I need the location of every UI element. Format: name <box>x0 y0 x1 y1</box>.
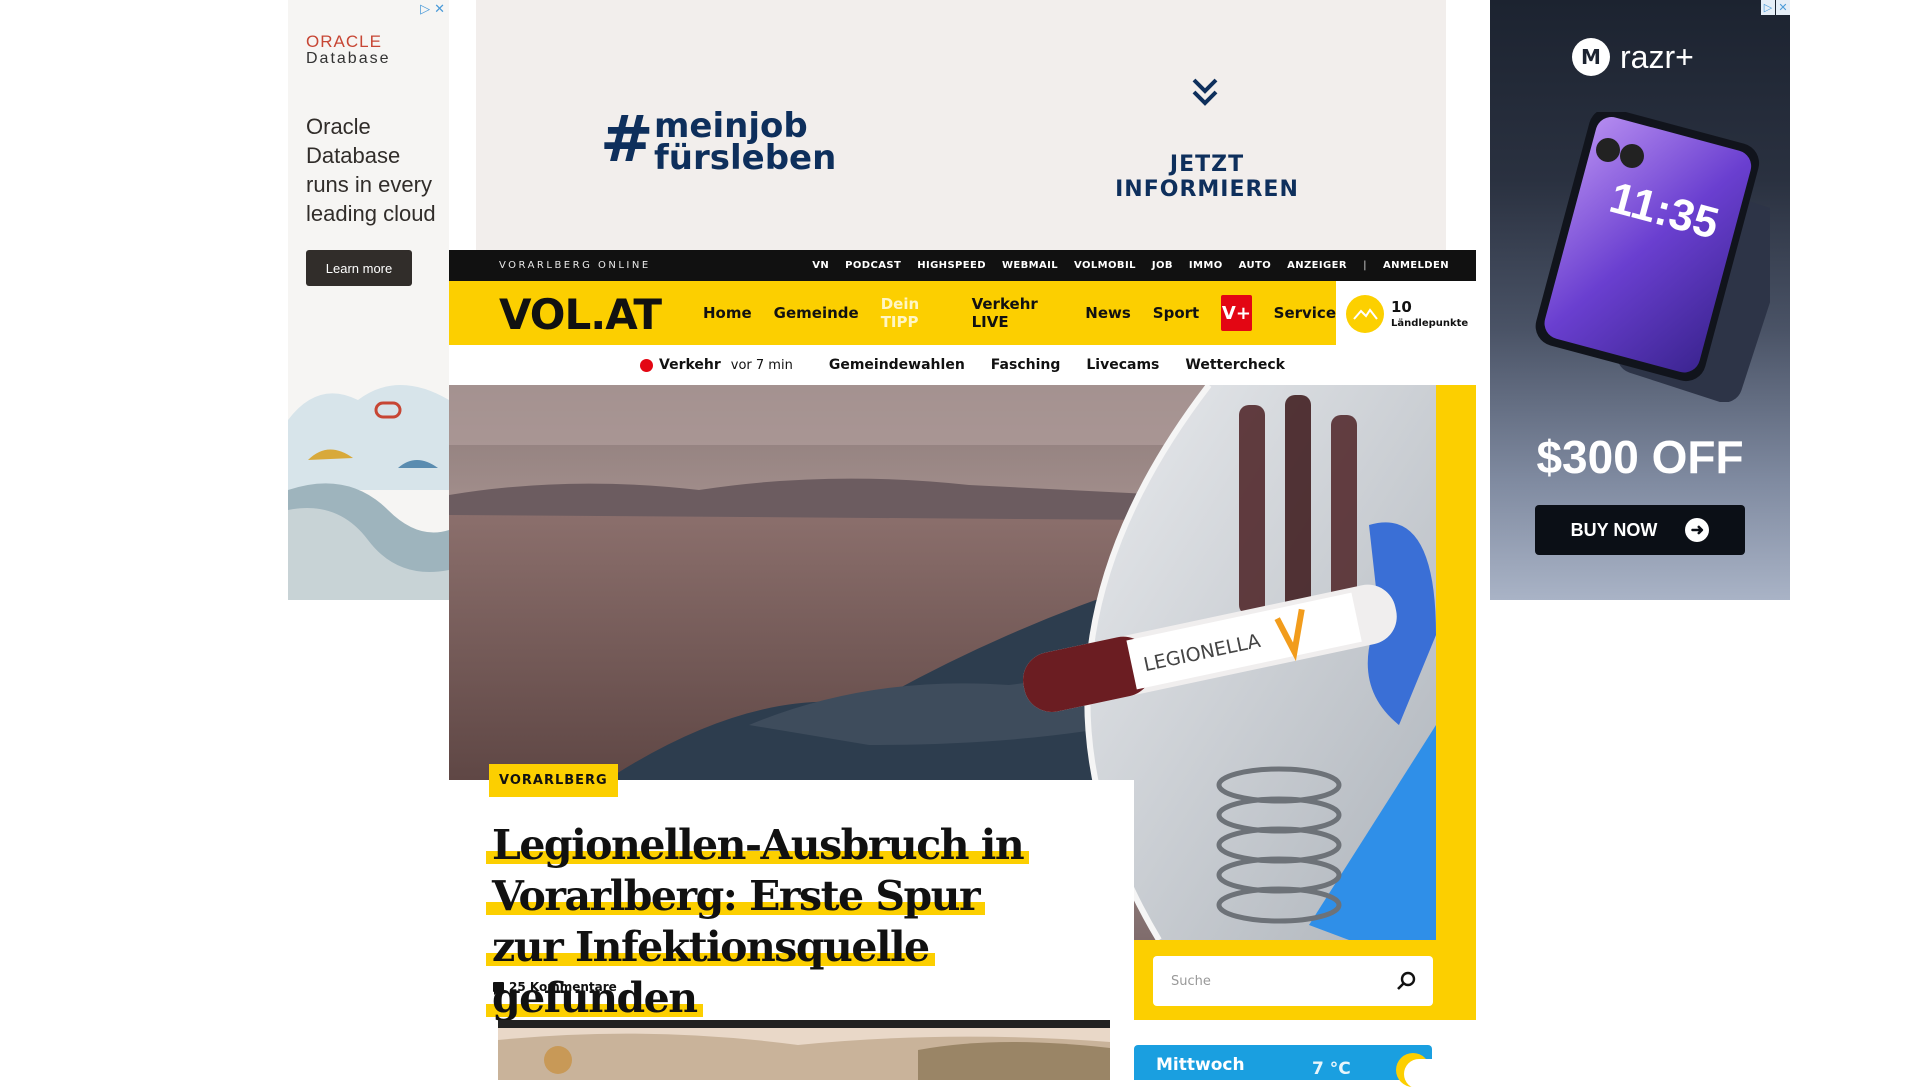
close-icon[interactable]: ✕ <box>434 2 445 17</box>
main-nav: VOL.AT Home Gemeinde Dein TIPP Verkehr L… <box>449 281 1336 345</box>
oracle-ad[interactable]: ▷ ✕ ORACLE Database Oracle Database runs… <box>288 0 449 600</box>
top-link-immo[interactable]: IMMO <box>1189 260 1223 271</box>
razr-brand: razr+ <box>1620 38 1694 75</box>
top-link-separator: | <box>1362 260 1368 271</box>
top-link-volmobil[interactable]: VOLMOBIL <box>1074 260 1136 271</box>
oracle-logo: ORACLE Database <box>306 32 391 68</box>
ad-info-icon[interactable]: ▷ <box>1761 0 1775 15</box>
search-icon[interactable] <box>1395 970 1417 992</box>
comments-link[interactable]: 25 Kommentare <box>493 980 617 995</box>
subnav-verkehr-time: vor 7 min <box>730 357 793 373</box>
search-box <box>1153 956 1433 1006</box>
subnav-verkehr-label: Verkehr <box>659 357 721 373</box>
site-brand[interactable]: VORARLBERG ONLINE <box>499 260 651 271</box>
top-link-job[interactable]: JOB <box>1152 260 1173 271</box>
oracle-logo-line2: Database <box>306 50 391 67</box>
ad-info-icon[interactable]: ▷ <box>420 2 430 17</box>
close-icon[interactable]: ✕ <box>1776 0 1790 15</box>
buy-now-label: BUY NOW <box>1570 519 1658 540</box>
article-thumbnail[interactable] <box>498 1020 1110 1080</box>
meinjob-line2: fürsleben <box>654 138 837 178</box>
nav-verkehr-live[interactable]: Verkehr LIVE <box>972 295 1064 331</box>
weather-widget[interactable]: Mittwoch 7 °C <box>1134 1045 1448 1089</box>
arrow-right-icon: ➜ <box>1685 518 1710 542</box>
main-nav-items: Home Gemeinde Dein TIPP Verkehr LIVE New… <box>703 281 1336 345</box>
nav-home[interactable]: Home <box>703 304 752 322</box>
live-dot-icon <box>640 358 653 372</box>
razr-ad[interactable]: ▷ ✕ M razr+ 11:35 $300 OFF BUY NOW ➜ <box>1490 0 1790 600</box>
top-bar: VORARLBERG ONLINE VN PODCAST HIGHSPEED W… <box>449 250 1476 281</box>
subnav-wettercheck[interactable]: Wettercheck <box>1185 357 1285 373</box>
cloud-illustration <box>288 360 449 600</box>
login-link[interactable]: ANMELDEN <box>1383 260 1449 271</box>
learn-more-button[interactable]: Learn more <box>306 250 412 286</box>
razr-offer: $300 OFF <box>1536 431 1744 483</box>
hero-accent <box>1436 385 1476 940</box>
comment-icon <box>493 982 504 995</box>
laendlepunkte-widget[interactable]: 10 Ländlepunkte <box>1336 281 1476 345</box>
comments-count: 25 Kommentare <box>509 980 617 994</box>
subnav-livecams[interactable]: Livecams <box>1086 357 1159 373</box>
nav-news[interactable]: News <box>1085 304 1131 322</box>
top-links: VN PODCAST HIGHSPEED WEBMAIL VOLMOBIL JO… <box>812 260 1449 271</box>
hashtag-symbol: # <box>600 103 654 177</box>
motorola-icon: M <box>1572 38 1610 76</box>
cloud-icon <box>1404 1059 1448 1089</box>
subnav-verkehr[interactable]: Verkehr vor 7 min <box>640 357 793 373</box>
nav-dein-tipp[interactable]: Dein TIPP <box>881 295 950 331</box>
top-link-auto[interactable]: AUTO <box>1239 260 1271 271</box>
points-value: 10 <box>1391 298 1412 316</box>
mountain-icon <box>1346 295 1384 333</box>
jetzt-informieren-link[interactable]: JETZT INFORMIEREN <box>1082 152 1332 202</box>
nav-service[interactable]: Service <box>1274 304 1336 322</box>
nav-vplus[interactable]: V+ <box>1221 295 1252 331</box>
top-link-vn[interactable]: VN <box>812 260 829 271</box>
banner-ad[interactable]: # meinjob fürsleben JETZT INFORMIEREN <box>476 0 1446 250</box>
top-link-podcast[interactable]: PODCAST <box>845 260 901 271</box>
subnav-fasching[interactable]: Fasching <box>991 357 1061 373</box>
top-link-highspeed[interactable]: HIGHSPEED <box>917 260 986 271</box>
oracle-ad-text: Oracle Database runs in every leading cl… <box>306 114 436 226</box>
chevron-down-icon <box>1192 78 1218 106</box>
buy-now-button[interactable]: BUY NOW ➜ <box>1535 505 1745 555</box>
nav-gemeinde[interactable]: Gemeinde <box>774 304 859 322</box>
ad-choices[interactable]: ▷ ✕ <box>1760 0 1790 15</box>
subnav-gemeindewahlen[interactable]: Gemeindewahlen <box>829 357 965 373</box>
category-tag[interactable]: VORARLBERG <box>489 764 618 797</box>
motorola-logo: M razr+ <box>1572 38 1694 76</box>
phone-image: 11:35 <box>1535 112 1770 402</box>
site-logo[interactable]: VOL.AT <box>499 290 662 339</box>
sub-nav: Verkehr vor 7 min Gemeindewahlen Faschin… <box>449 345 1476 385</box>
oracle-logo-line1: ORACLE <box>306 32 382 51</box>
points-label: Ländlepunkte <box>1391 318 1469 329</box>
top-link-webmail[interactable]: WEBMAIL <box>1002 260 1058 271</box>
ad-choices[interactable]: ▷ ✕ <box>420 2 445 17</box>
top-link-anzeiger[interactable]: ANZEIGER <box>1287 260 1347 271</box>
weather-day: Mittwoch <box>1156 1055 1245 1075</box>
nav-sport[interactable]: Sport <box>1153 304 1199 322</box>
weather-temp: 7 °C <box>1312 1059 1351 1079</box>
search-input[interactable] <box>1169 970 1369 992</box>
